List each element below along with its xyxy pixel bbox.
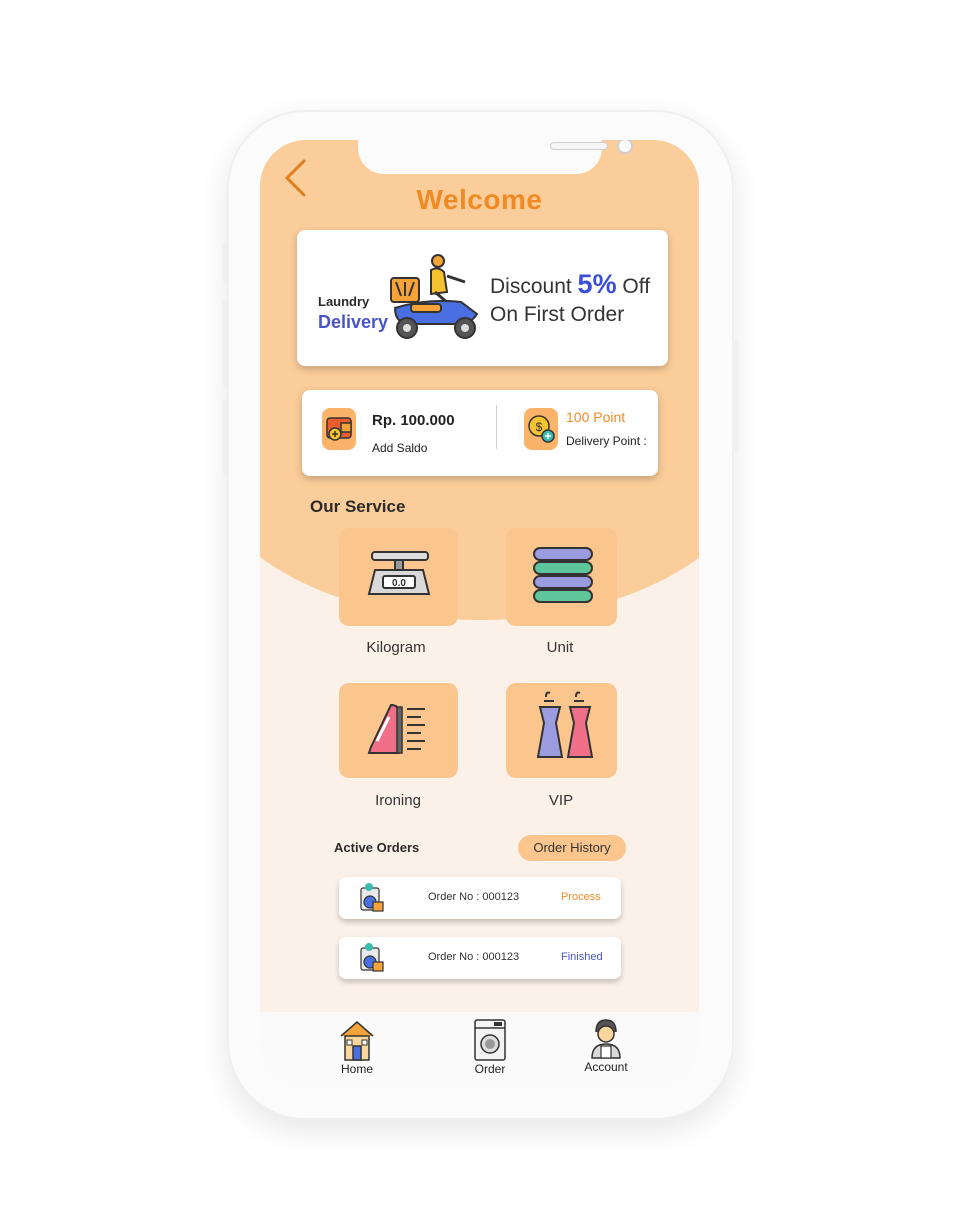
- nav-account-label: Account: [584, 1060, 628, 1074]
- service-vip-label: VIP: [548, 792, 574, 809]
- service-kilogram-label: Kilogram: [366, 639, 426, 656]
- promo-text: Discount 5% Off On First Order: [490, 270, 650, 329]
- order-number: Order No : 000123: [428, 951, 520, 963]
- scale-reading: 0.0: [392, 578, 406, 589]
- house-icon: [340, 1021, 374, 1061]
- washing-machine-icon: [474, 1019, 506, 1061]
- coin-points-icon: $: [528, 415, 555, 443]
- add-saldo-link[interactable]: Add Saldo: [372, 441, 427, 455]
- folded-clothes-icon: [533, 547, 593, 603]
- order-status: Finished: [561, 951, 603, 963]
- promo-prefix: Discount: [490, 275, 572, 298]
- svg-text:$: $: [536, 420, 543, 434]
- app-screen: Welcome Laundry Delivery Discount 5% Off…: [260, 140, 699, 1088]
- worker-avatar-icon: [591, 1019, 621, 1059]
- nav-account[interactable]: Account: [578, 1016, 634, 1074]
- wallet-divider: [496, 405, 497, 449]
- nav-home-label: Home: [340, 1062, 373, 1076]
- promo-suffix: Off: [622, 275, 651, 298]
- service-unit[interactable]: [506, 528, 617, 626]
- nav-home[interactable]: Home: [332, 1016, 382, 1076]
- promo-banner[interactable]: Laundry Delivery Discount 5% Off On Firs…: [297, 230, 668, 366]
- page-title: Welcome: [416, 184, 543, 215]
- points-label: Delivery Point :: [566, 434, 647, 448]
- side-button-right: [732, 340, 738, 452]
- promo-percent: 5%: [577, 269, 617, 299]
- order-number: Order No : 000123: [428, 891, 520, 903]
- wallet-balance: Rp. 100.000: [372, 412, 455, 429]
- order-history-button[interactable]: Order History: [518, 835, 626, 861]
- wallet-card: Rp. 100.000 Add Saldo $ 100 Point Delive…: [302, 390, 658, 476]
- points-icon-button[interactable]: $: [524, 408, 558, 450]
- side-button-left-2: [222, 300, 228, 386]
- services-title: Our Service: [310, 497, 406, 516]
- notch: [358, 140, 633, 174]
- wallet-icon-button[interactable]: [322, 408, 356, 450]
- order-basket-icon: [360, 943, 384, 972]
- speaker: [550, 142, 608, 150]
- order-status: Process: [561, 891, 601, 903]
- nav-order-label: Order: [474, 1062, 506, 1076]
- iron-icon: [367, 703, 425, 754]
- bottom-nav: Home Order Account: [260, 1012, 699, 1088]
- active-orders-title: Active Orders: [334, 840, 420, 855]
- dresses-icon: [536, 691, 594, 758]
- delivery-scooter-icon: [390, 254, 479, 339]
- points-value: 100 Point: [566, 409, 626, 425]
- side-button-left-3: [222, 400, 228, 474]
- side-button-left: [222, 242, 228, 282]
- service-vip[interactable]: [506, 683, 617, 778]
- service-unit-label: Unit: [546, 639, 574, 656]
- scale-icon: 0.0: [367, 551, 431, 595]
- brand-delivery: Delivery: [318, 312, 389, 332]
- brand-laundry: Laundry: [318, 294, 370, 309]
- order-basket-icon: [360, 883, 384, 912]
- service-ironing-label: Ironing: [375, 792, 421, 809]
- order-row-2[interactable]: Order No : 000123 Finished: [339, 937, 621, 979]
- service-kilogram[interactable]: 0.0: [339, 528, 458, 626]
- wallet-add-icon: [326, 417, 352, 441]
- order-row-1[interactable]: Order No : 000123 Process: [339, 877, 621, 919]
- service-ironing[interactable]: [339, 683, 458, 778]
- nav-order[interactable]: Order: [465, 1018, 515, 1076]
- promo-line2: On First Order: [490, 303, 625, 326]
